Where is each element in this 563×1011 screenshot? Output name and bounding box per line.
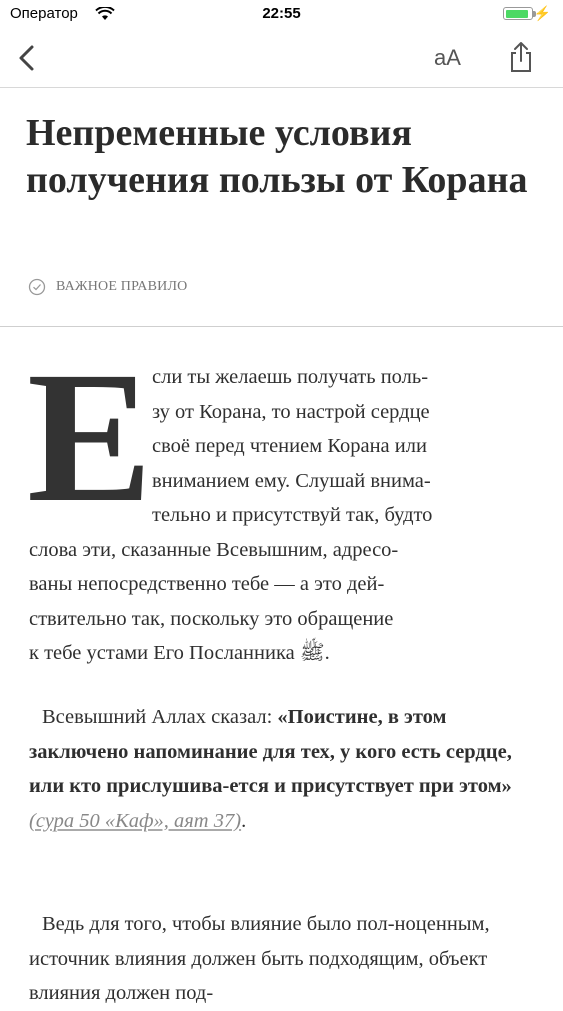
paragraph-3: Ведь для того, чтобы влияние было пол-но…	[29, 913, 490, 1004]
category-tag[interactable]: ВАЖНОЕ ПРАВИЛО	[28, 278, 187, 296]
paragraph-line: ваны непосредственно тебе — а это дей-	[29, 573, 385, 595]
paragraph-line: зу от Корана, то настрой сердце	[152, 400, 430, 423]
clock: 22:55	[262, 5, 301, 22]
verse-reference-link[interactable]: (сура 50 «Каф», аят 37)	[29, 810, 241, 832]
share-icon[interactable]	[506, 40, 536, 74]
check-circle-icon	[28, 278, 46, 296]
quote-intro: Всевышний Аллах сказал:	[42, 706, 278, 728]
paragraph-line: сли ты желаешь получать поль-	[152, 366, 429, 388]
paragraph-end: .	[241, 809, 247, 832]
battery-icon	[503, 7, 533, 20]
paragraph-line: тельно и присутствуй так, будто	[152, 504, 433, 526]
paragraph-1: сли ты желаешь получать поль- зу от Кора…	[29, 360, 534, 671]
paragraph-2: Всевышний Аллах сказал: «Поистине, в это…	[29, 700, 534, 838]
charging-icon: ⚡	[533, 5, 551, 21]
category-label: ВАЖНОЕ ПРАВИЛО	[56, 279, 188, 294]
paragraph-line: вниманием ему. Слушай внима-	[152, 469, 431, 492]
paragraph-line: ствительно так, поскольку это обращение	[29, 607, 394, 630]
header-divider	[0, 326, 563, 327]
status-bar: Оператор 22:55 ⚡	[0, 0, 563, 30]
paragraph-line: своё перед чтением Корана или	[152, 435, 427, 457]
font-size-button[interactable]: aA	[434, 45, 461, 71]
back-chevron-icon[interactable]	[14, 42, 42, 74]
paragraph-line: к тебе устами Его Посланника ﷺ.	[29, 642, 330, 664]
paragraph-line: слова эти, сказанные Всевышним, адресо-	[29, 538, 399, 561]
article-title: Непременные условия получения пользы от …	[26, 112, 528, 201]
navigation-bar: aA	[0, 30, 563, 88]
